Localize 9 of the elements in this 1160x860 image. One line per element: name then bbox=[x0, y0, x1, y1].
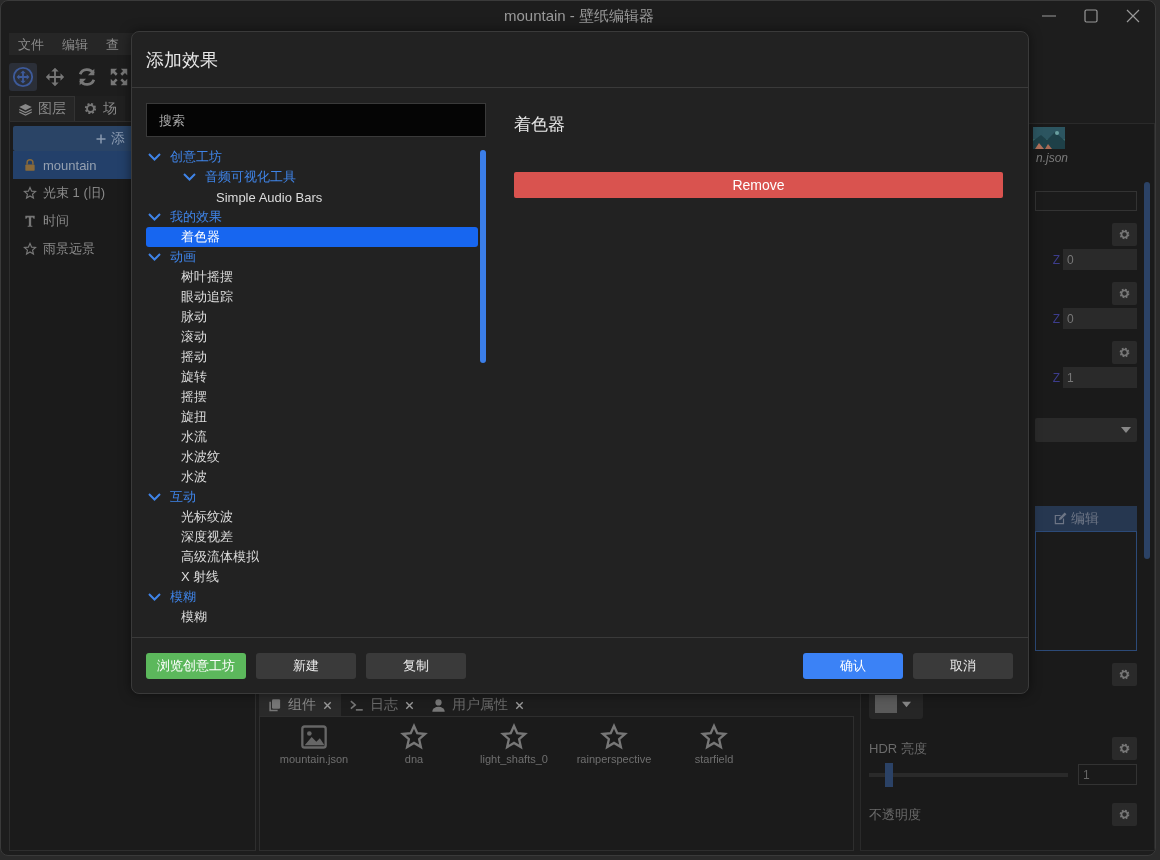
property-label: 不透明度 bbox=[869, 805, 921, 824]
dialog-title: 添加效果 bbox=[146, 48, 218, 72]
axis-label: Z bbox=[1052, 311, 1060, 326]
axis-label: Z bbox=[1052, 252, 1060, 267]
axis-label: Z bbox=[1052, 370, 1060, 385]
file-name: n.json bbox=[1035, 151, 1068, 165]
property-label: HDR 亮度 bbox=[869, 739, 927, 758]
effect-title: 着色器 bbox=[514, 114, 566, 136]
window-title: mountain - 壁纸编辑器 bbox=[502, 6, 655, 26]
